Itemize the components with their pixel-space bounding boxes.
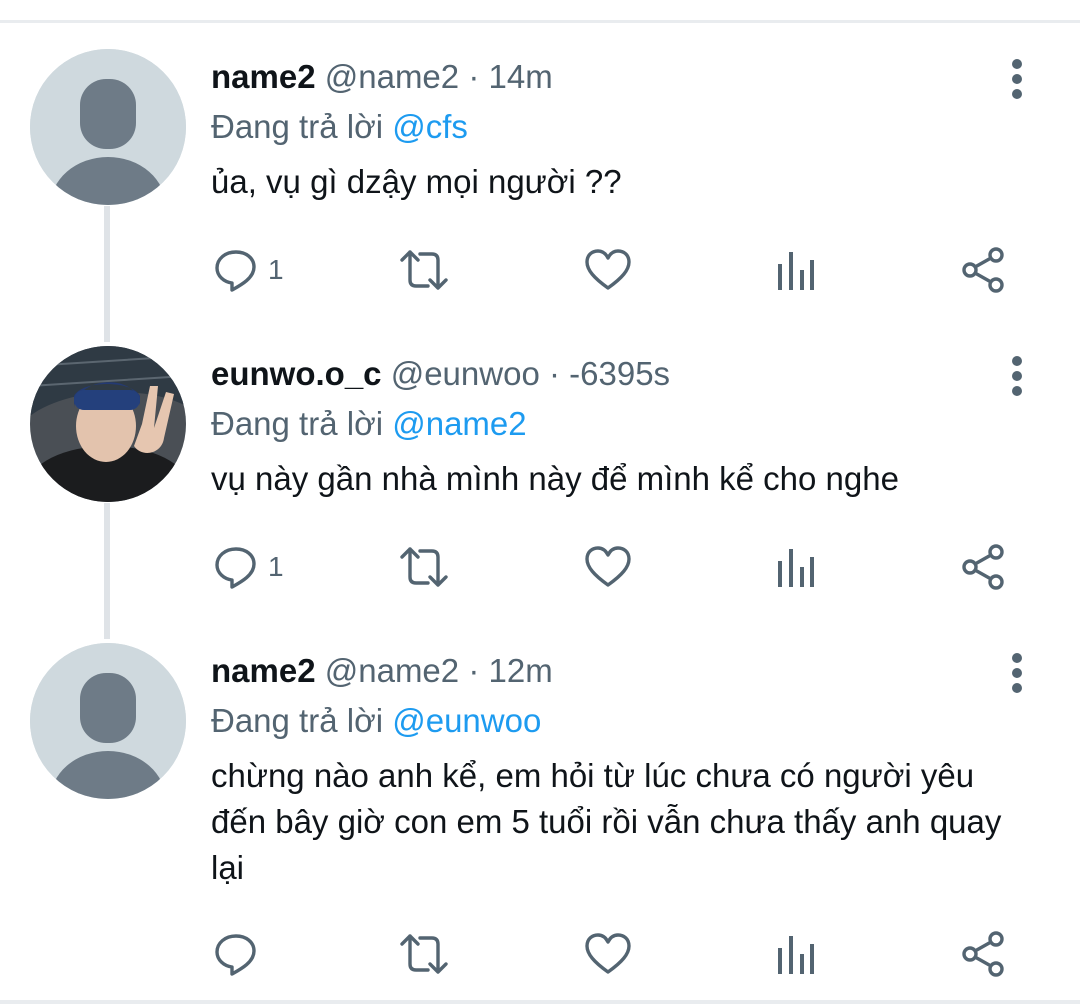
retweet-button[interactable] [398, 245, 450, 295]
default-avatar-icon [30, 49, 186, 205]
separator-dot: · [468, 58, 480, 95]
user-handle[interactable]: @name2 [325, 652, 459, 689]
mention-link[interactable]: @cfs [392, 108, 468, 145]
share-button[interactable] [960, 542, 1006, 592]
tweet-text: chừng nào anh kể, em hỏi từ lúc chưa có … [211, 757, 1002, 886]
action-bar [0, 929, 1080, 979]
display-name[interactable]: eunwo.o_c [211, 355, 382, 392]
analytics-button[interactable] [776, 245, 816, 295]
reply-button[interactable]: 1 [214, 245, 284, 295]
tweet-text: ủa, vụ gì dzậy mọi người ?? [211, 163, 622, 200]
replying-to-label: Đang trả lời [211, 405, 384, 442]
separator-dot: · [468, 652, 480, 689]
more-options-button[interactable] [1004, 653, 1030, 693]
separator-dot: · [548, 355, 560, 392]
mention-link[interactable]: @name2 [392, 405, 526, 442]
more-options-icon [1012, 653, 1022, 663]
tweet-header: name2 @name2 · 14m [211, 57, 553, 97]
replying-to: Đang trả lời @name2 [211, 404, 527, 444]
user-photo-icon [30, 346, 186, 502]
reply-icon [215, 547, 256, 589]
more-options-icon [1012, 356, 1022, 366]
reply-icon [215, 250, 256, 292]
avatar[interactable] [30, 49, 186, 205]
avatar[interactable] [30, 643, 186, 799]
share-button[interactable] [960, 245, 1006, 295]
analytics-icon [778, 936, 814, 974]
display-name[interactable]: name2 [211, 58, 316, 95]
replying-to: Đang trả lời @eunwoo [211, 701, 541, 741]
mention-link[interactable]: @eunwoo [392, 702, 541, 739]
like-button[interactable] [584, 245, 632, 295]
retweet-button[interactable] [398, 929, 450, 979]
more-options-icon [1012, 59, 1022, 69]
default-avatar-icon [30, 643, 186, 799]
tweet-header: eunwo.o_c @eunwoo · -6395s [211, 354, 670, 394]
reply-button[interactable] [214, 929, 268, 979]
user-handle[interactable]: @eunwoo [391, 355, 540, 392]
like-button[interactable] [584, 929, 632, 979]
bottom-divider [0, 1000, 1080, 1004]
more-options-button[interactable] [1004, 356, 1030, 396]
timestamp[interactable]: 14m [488, 58, 552, 95]
share-icon [962, 247, 1004, 293]
analytics-icon [778, 252, 814, 290]
share-icon [962, 544, 1004, 590]
avatar[interactable] [30, 346, 186, 502]
retweet-icon [400, 250, 448, 290]
action-bar: 1 [0, 542, 1080, 592]
like-icon [585, 933, 631, 974]
replying-to: Đang trả lời @cfs [211, 107, 468, 147]
analytics-button[interactable] [776, 542, 816, 592]
like-button[interactable] [584, 542, 632, 592]
retweet-icon [400, 934, 448, 974]
action-bar: 1 [0, 245, 1080, 295]
reply-count: 1 [268, 254, 284, 285]
reply-icon [215, 934, 256, 976]
share-button[interactable] [960, 929, 1006, 979]
retweet-button[interactable] [398, 542, 450, 592]
reply-button[interactable]: 1 [214, 542, 284, 592]
timestamp[interactable]: 12m [488, 652, 552, 689]
replying-to-label: Đang trả lời [211, 702, 384, 739]
analytics-icon [778, 549, 814, 587]
like-icon [585, 249, 631, 290]
share-icon [962, 931, 1004, 977]
more-options-button[interactable] [1004, 59, 1030, 99]
reply-count: 1 [268, 551, 284, 582]
like-icon [585, 546, 631, 587]
tweet-text: vụ này gần nhà mình này để mình kể cho n… [211, 460, 899, 497]
retweet-icon [400, 547, 448, 587]
timestamp[interactable]: -6395s [569, 355, 670, 392]
analytics-button[interactable] [776, 929, 816, 979]
tweet-header: name2 @name2 · 12m [211, 651, 553, 691]
replying-to-label: Đang trả lời [211, 108, 384, 145]
user-handle[interactable]: @name2 [325, 58, 459, 95]
top-divider [0, 20, 1080, 23]
display-name[interactable]: name2 [211, 652, 316, 689]
